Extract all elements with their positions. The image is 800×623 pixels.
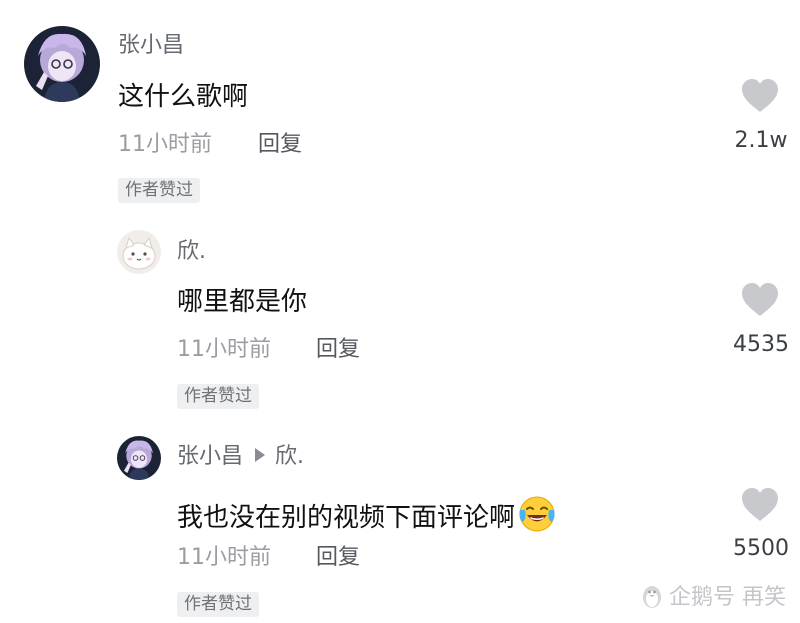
anime-avatar-icon	[117, 436, 161, 480]
heart-icon[interactable]	[740, 78, 780, 114]
reply-button[interactable]: 回复	[316, 547, 360, 569]
comment-thread: 张小昌 这什么歌啊 11小时前 回复 作者赞过 2.1w 欣. 哪里都是你 11…	[0, 0, 800, 623]
comment-timestamp: 11小时前	[177, 545, 271, 570]
author-liked-badge: 作者赞过	[177, 592, 259, 617]
reply-button[interactable]: 回复	[258, 134, 302, 156]
reply-button[interactable]: 回复	[316, 339, 360, 361]
author-liked-badge: 作者赞过	[177, 384, 259, 409]
watermark: 企鹅号 再笑	[639, 583, 786, 609]
comment-text: 哪里都是你	[177, 287, 308, 317]
comment-text: 我也没在别的视频下面评论啊	[177, 503, 516, 533]
like-count: 5500	[733, 536, 789, 561]
user-avatar[interactable]	[117, 230, 161, 274]
reply-arrow-icon	[255, 448, 266, 462]
heart-icon[interactable]	[740, 487, 780, 523]
comment-text-line: 我也没在别的视频下面评论啊	[177, 494, 557, 534]
laugh-cry-emoji-icon	[519, 496, 555, 532]
comment-username[interactable]: 张小昌	[118, 35, 184, 57]
heart-icon[interactable]	[740, 282, 780, 318]
cat-avatar-icon	[117, 230, 161, 274]
reply-header: 张小昌 欣.	[177, 446, 304, 468]
comment-text: 这什么歌啊	[118, 82, 249, 112]
watermark-text: 企鹅号 再笑	[669, 585, 786, 610]
user-avatar[interactable]	[24, 26, 100, 102]
anime-avatar-icon	[24, 26, 100, 102]
reply-to-username[interactable]: 欣.	[275, 444, 304, 469]
like-count: 4535	[733, 332, 789, 357]
author-liked-badge: 作者赞过	[118, 178, 200, 203]
like-count: 2.1w	[734, 128, 788, 153]
comment-timestamp: 11小时前	[118, 132, 212, 157]
comment-username[interactable]: 张小昌	[177, 444, 243, 469]
comment-timestamp: 11小时前	[177, 337, 271, 362]
penguin-logo-icon	[643, 586, 661, 608]
comment-username[interactable]: 欣.	[177, 241, 206, 263]
user-avatar[interactable]	[117, 436, 161, 480]
